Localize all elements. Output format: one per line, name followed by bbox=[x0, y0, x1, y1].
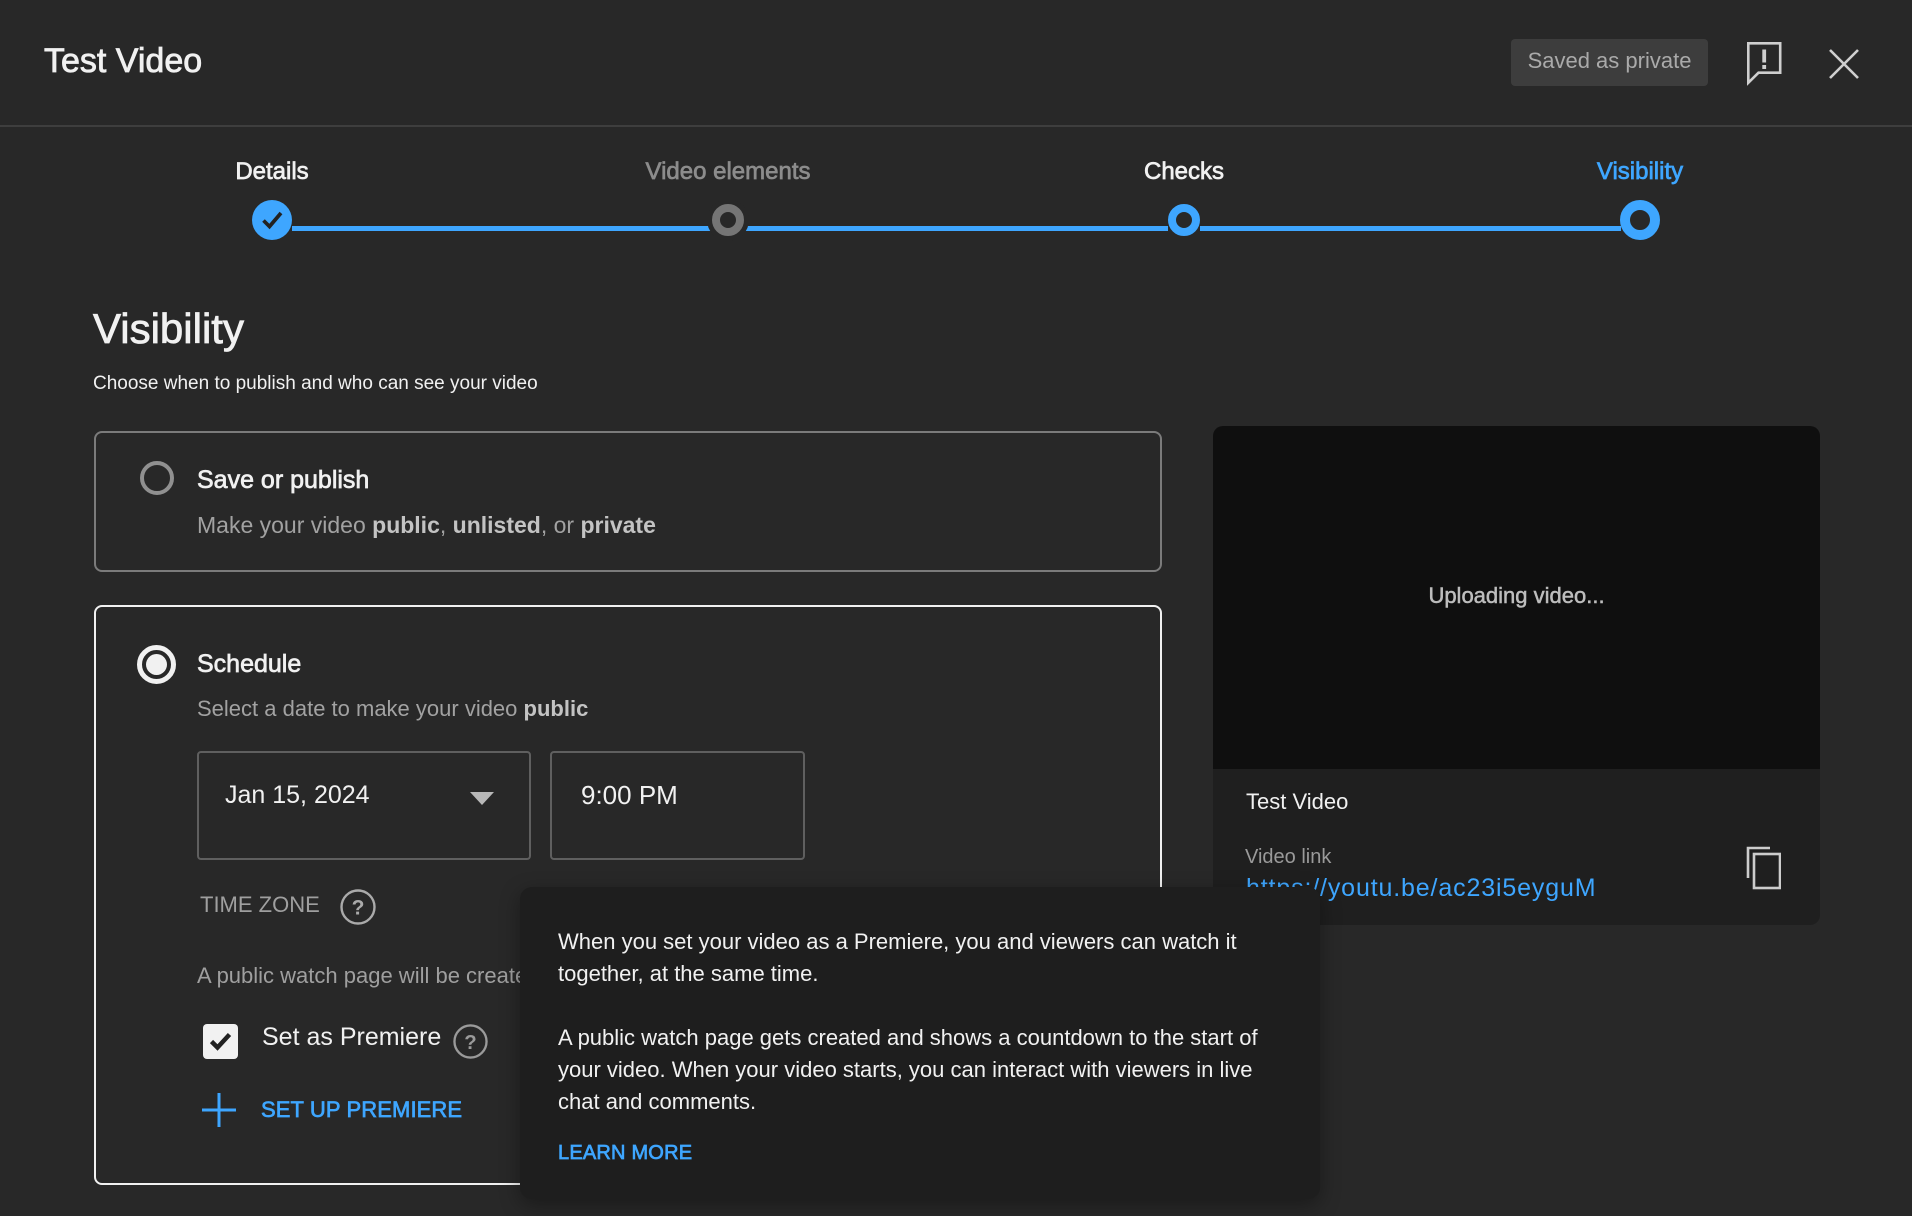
svg-text:?: ? bbox=[464, 1032, 476, 1054]
svg-text:?: ? bbox=[352, 897, 365, 920]
